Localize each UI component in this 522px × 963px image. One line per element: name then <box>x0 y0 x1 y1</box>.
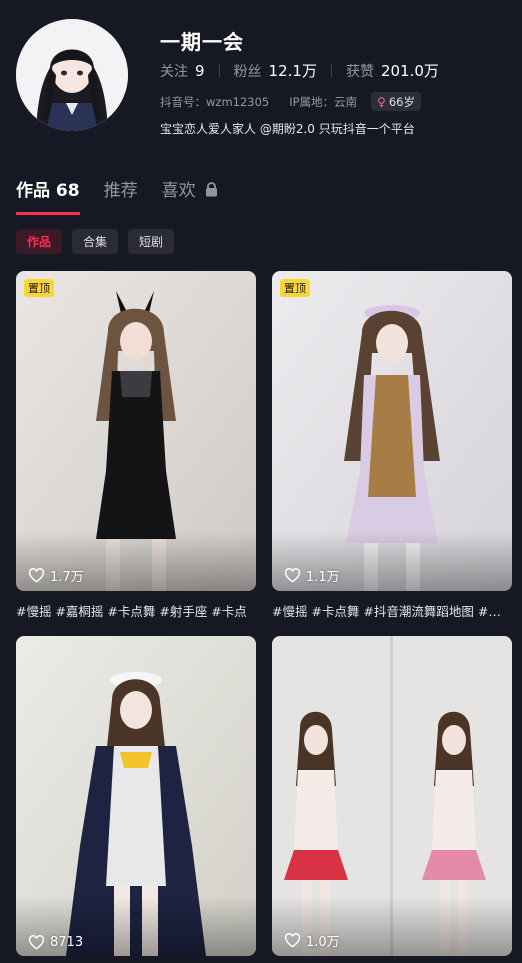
tab-likes-label: 喜欢 <box>161 181 196 201</box>
video-likes-count: 1.7万 <box>50 570 84 585</box>
video-likes-count: 8713 <box>50 935 84 950</box>
tab-works-count: 68 <box>55 181 80 201</box>
video-caption[interactable]: #慢摇 #卡点舞 #抖音潮流舞蹈地图 #慢摇 <box>272 601 512 620</box>
profile-tabs: 作品 68 推荐 喜欢 <box>16 176 242 216</box>
tab-works[interactable]: 作品 68 <box>16 176 80 216</box>
ip-location: IP属地：云南 <box>289 94 358 109</box>
chip-works[interactable]: 作品 <box>16 229 63 254</box>
likes-received-label: 获赞 <box>345 63 374 80</box>
tab-recommend-label: 推荐 <box>103 181 138 201</box>
video-likes: 1.1万 <box>284 566 340 585</box>
female-gender-icon: ♀ <box>377 94 386 109</box>
video-card[interactable]: 8713 <box>16 636 256 956</box>
age-badge: ♀ 66岁 <box>371 92 421 111</box>
tab-works-label: 作品 <box>16 181 50 201</box>
video-card[interactable]: 1.0万 <box>272 636 512 956</box>
tab-recommend[interactable]: 推荐 <box>104 176 138 216</box>
profile-bio: 宝宝恋人爱人家人 @期盼2.0 只玩抖音一个平台 <box>160 122 415 136</box>
lock-icon <box>206 182 217 197</box>
followers-label: 粉丝 <box>233 63 262 80</box>
profile-stats: 关注 9 粉丝 12.1万 获赞 201.0万 <box>160 60 439 81</box>
following-count[interactable]: 9 <box>195 62 205 80</box>
video-caption[interactable]: #慢摇 #嘉桐摇 #卡点舞 #射手座 #卡点 <box>16 601 256 620</box>
likes-received-count[interactable]: 201.0万 <box>381 60 439 81</box>
stat-divider <box>330 63 332 78</box>
following-label: 关注 <box>160 63 188 80</box>
douyin-id: 抖音号：wzm12305 <box>160 94 270 109</box>
chip-collections[interactable]: 合集 <box>72 229 119 254</box>
content-filter-chips: 作品 合集 短剧 <box>16 229 184 254</box>
followers-count[interactable]: 12.1万 <box>269 60 317 81</box>
heart-outline-icon <box>28 568 45 583</box>
heart-outline-icon <box>28 935 45 950</box>
heart-outline-icon <box>284 568 301 583</box>
video-likes: 8713 <box>28 935 83 950</box>
chip-short-dramas[interactable]: 短剧 <box>128 229 175 254</box>
video-card[interactable]: 置顶 1.1万 <box>272 271 512 591</box>
video-card[interactable]: 置顶 1.7万 <box>16 271 256 591</box>
pinned-badge: 置顶 <box>280 279 310 297</box>
tab-likes[interactable]: 喜欢 <box>162 176 218 216</box>
video-likes-count: 1.0万 <box>306 935 340 950</box>
video-likes: 1.7万 <box>28 566 84 585</box>
heart-outline-icon <box>284 933 301 948</box>
profile-meta: 抖音号：wzm12305 IP属地：云南 ♀ 66岁 <box>160 92 421 111</box>
video-likes-count: 1.1万 <box>306 570 340 585</box>
age-text: 66岁 <box>388 94 415 109</box>
profile-avatar[interactable] <box>16 19 128 131</box>
video-likes: 1.0万 <box>284 931 340 950</box>
pinned-badge: 置顶 <box>24 279 54 297</box>
stat-divider <box>218 63 220 78</box>
profile-name: 一期一会 <box>160 30 244 54</box>
